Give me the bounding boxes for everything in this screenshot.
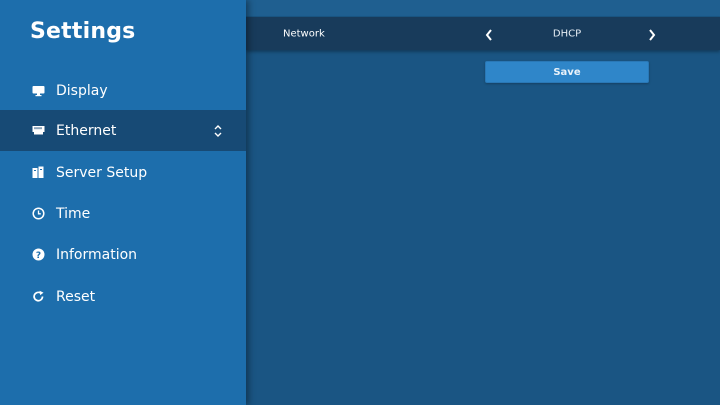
svg-text:?: ? (35, 251, 40, 261)
sidebar-item-label: Ethernet (56, 122, 117, 139)
network-setting-row: Network DHCP (246, 17, 720, 50)
top-strip (246, 0, 720, 16)
refresh-icon (31, 290, 45, 304)
sidebar-item-server-setup[interactable]: Server Setup (0, 152, 246, 193)
sidebar-item-label: Display (56, 82, 108, 99)
chevron-right-icon[interactable] (645, 26, 659, 44)
save-button[interactable]: Save (485, 61, 649, 83)
sidebar-item-label: Server Setup (56, 164, 148, 181)
sidebar-title: Settings (30, 19, 136, 44)
chevron-left-icon[interactable] (482, 26, 496, 44)
sidebar-item-label: Information (56, 246, 138, 263)
help-circle-icon: ? (31, 248, 45, 262)
sidebar-item-information[interactable]: ? Information (0, 234, 246, 275)
sidebar-item-label: Time (56, 205, 91, 222)
ethernet-icon (31, 124, 45, 138)
sidebar-item-display[interactable]: Display (0, 70, 246, 111)
sidebar: Settings Display Ethernet Server Setup T… (0, 0, 246, 405)
network-value: DHCP (552, 28, 582, 39)
up-down-chevron-icon[interactable] (212, 122, 224, 140)
network-label: Network (283, 28, 325, 39)
sidebar-item-ethernet[interactable]: Ethernet (0, 110, 246, 151)
server-icon (31, 166, 45, 180)
settings-screen: Settings Display Ethernet Server Setup T… (0, 0, 720, 405)
clock-icon (31, 207, 45, 221)
sidebar-item-label: Reset (56, 288, 96, 305)
sidebar-item-time[interactable]: Time (0, 193, 246, 234)
sidebar-item-reset[interactable]: Reset (0, 276, 246, 317)
monitor-icon (31, 84, 45, 98)
